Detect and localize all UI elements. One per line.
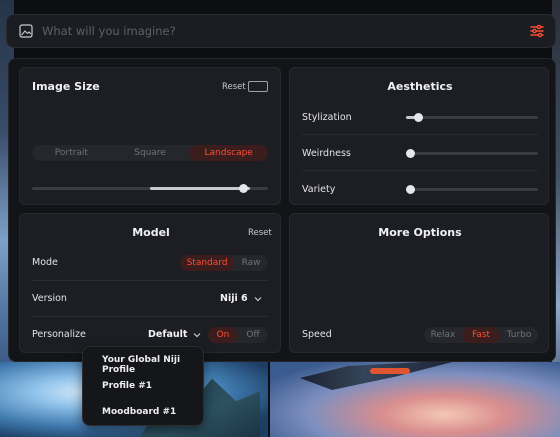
aesthetics-card: Aesthetics Stylization Weirdness Variety: [289, 67, 549, 205]
personalize-label: Personalize: [32, 329, 86, 340]
image-size-option-landscape[interactable]: Landscape: [189, 145, 269, 161]
prompt-bar: [6, 14, 556, 48]
image-size-slider-knob[interactable]: [239, 184, 248, 193]
weirdness-slider[interactable]: [406, 149, 538, 158]
aesthetics-divider: [302, 134, 538, 135]
variety-slider[interactable]: [406, 185, 538, 194]
image-size-card: Image Size Reset Portrait Square Landsca…: [19, 67, 281, 205]
speed-option-turbo[interactable]: Turbo: [500, 327, 538, 343]
model-reset-button[interactable]: Reset: [248, 228, 272, 238]
personalize-dropdown[interactable]: Default: [148, 329, 201, 340]
model-card: Model Reset Mode Standard Raw Version Ni…: [19, 213, 281, 353]
model-title: Model: [132, 226, 170, 239]
model-divider: [32, 316, 268, 317]
settings-panel: Image Size Reset Portrait Square Landsca…: [8, 58, 556, 362]
mode-selector: Standard Raw: [180, 255, 268, 271]
speed-option-fast[interactable]: Fast: [462, 327, 500, 343]
prompt-input[interactable]: [42, 24, 529, 38]
image-size-slider-fill: [150, 187, 250, 190]
personalize-toggle: On Off: [208, 327, 268, 343]
speed-selector: Relax Fast Turbo: [424, 327, 538, 343]
mode-option-raw[interactable]: Raw: [234, 255, 268, 271]
spaceship-glow: [370, 368, 410, 374]
menu-item-global-niji-profile[interactable]: Your Global Niji Profile: [102, 355, 203, 375]
speed-option-relax[interactable]: Relax: [424, 327, 462, 343]
menu-item-profile-1[interactable]: Profile #1: [102, 381, 152, 391]
stylization-slider-knob[interactable]: [414, 113, 423, 122]
aesthetics-divider: [302, 170, 538, 171]
version-dropdown[interactable]: Niji 6: [220, 293, 262, 304]
personalize-menu: Your Global Niji Profile Profile #1 Mood…: [82, 346, 204, 426]
personalize-value: Default: [148, 329, 188, 340]
chevron-down-icon: [194, 332, 201, 337]
variety-label: Variety: [302, 184, 336, 195]
sliders-icon[interactable]: [529, 23, 545, 39]
mode-label: Mode: [32, 257, 58, 268]
weirdness-label: Weirdness: [302, 148, 351, 159]
image-size-title: Image Size: [32, 80, 100, 93]
version-label: Version: [32, 293, 67, 304]
personalize-off[interactable]: Off: [238, 327, 268, 343]
stylization-label: Stylization: [302, 112, 352, 123]
image-size-slider[interactable]: [32, 184, 268, 193]
chevron-down-icon: [254, 296, 262, 301]
weirdness-slider-knob[interactable]: [406, 149, 415, 158]
personalize-on[interactable]: On: [208, 327, 238, 343]
image-size-option-portrait[interactable]: Portrait: [32, 145, 111, 161]
image-icon[interactable]: [19, 24, 33, 38]
menu-item-moodboard-1[interactable]: Moodboard #1: [102, 407, 176, 417]
image-size-option-square[interactable]: Square: [111, 145, 190, 161]
version-value: Niji 6: [220, 293, 248, 304]
model-divider: [32, 280, 268, 281]
mode-option-standard[interactable]: Standard: [180, 255, 235, 271]
image-size-reset-button[interactable]: Reset: [222, 82, 246, 92]
more-options-card: More Options Speed Relax Fast Turbo: [289, 213, 549, 353]
aesthetics-title: Aesthetics: [387, 80, 453, 93]
variety-slider-knob[interactable]: [406, 185, 415, 194]
stylization-slider[interactable]: [406, 113, 538, 122]
aspect-ratio-preview: [248, 81, 268, 92]
more-options-title: More Options: [378, 226, 462, 239]
gallery-image-right[interactable]: [270, 362, 560, 437]
image-size-selector: Portrait Square Landscape: [32, 145, 269, 161]
speed-label: Speed: [302, 329, 332, 340]
